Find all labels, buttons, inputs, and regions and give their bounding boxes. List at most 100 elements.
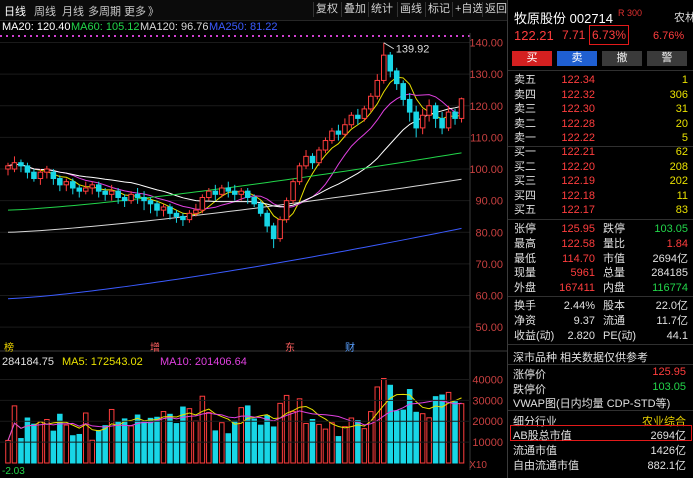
- price-tick: 120.00: [469, 101, 503, 113]
- ask-price: 122.34: [561, 74, 595, 86]
- top-dot: [54, 35, 56, 37]
- top-dot: [336, 35, 338, 37]
- volume-bar: [458, 403, 465, 464]
- candle-body: [5, 165, 11, 170]
- add-watchlist-button[interactable]: +自选: [452, 2, 485, 17]
- volume-bar: [173, 423, 180, 464]
- candle-body: [361, 108, 368, 119]
- bid-price: 122.20: [561, 160, 595, 173]
- tab-monthly[interactable]: 月线: [62, 3, 84, 19]
- volume-bar: [5, 439, 11, 464]
- draw-line-button[interactable]: 画线: [397, 2, 424, 17]
- back-button[interactable]: 返回: [482, 2, 509, 17]
- volume-bar: [361, 428, 368, 464]
- sector-name[interactable]: 农林牧渔: [674, 9, 693, 25]
- event-marker: 东: [285, 341, 295, 354]
- free-float-value: 882.1亿: [647, 460, 686, 472]
- top-dot: [42, 35, 44, 37]
- top-dot: [402, 35, 404, 37]
- top-dot: [210, 35, 212, 37]
- volume-legend-ma5: MA5: 172543.02: [62, 356, 143, 368]
- stat-value: 125.95: [561, 223, 595, 235]
- stat-label: PE(动): [603, 330, 636, 342]
- candle-body: [329, 130, 335, 142]
- stat-label: 现量: [514, 267, 536, 280]
- candle-body: [44, 168, 50, 173]
- top-dot: [150, 35, 152, 37]
- stat-label: 张停: [514, 223, 536, 235]
- candle-body: [95, 184, 102, 192]
- volume-bar: [277, 402, 283, 464]
- price-change: 7.71: [562, 28, 586, 42]
- candle-body: [303, 155, 309, 167]
- candle-body: [400, 83, 406, 100]
- candle-body: [108, 190, 115, 195]
- top-dot: [312, 35, 314, 37]
- candle-body: [167, 206, 173, 214]
- top-dot: [438, 35, 440, 37]
- overlay-button[interactable]: 叠加: [341, 2, 368, 17]
- kline-chart[interactable]: 139.92 140.00 130.00 120.00 110.00 100.00 90.…: [0, 33, 507, 478]
- candle-body: [82, 187, 89, 192]
- bid-volume: 208: [669, 160, 688, 173]
- buy-button[interactable]: 买: [512, 51, 552, 66]
- adjust-button[interactable]: 复权: [313, 2, 340, 17]
- ma60-legend: MA60: 105.12: [71, 21, 140, 33]
- volume-bar: [244, 405, 251, 464]
- top-dot: [252, 35, 254, 37]
- stat-value: 116774: [652, 282, 688, 295]
- cancel-order-button[interactable]: 撤: [602, 51, 642, 66]
- top-dot: [276, 35, 278, 37]
- top-dot: [408, 35, 410, 37]
- sell-button[interactable]: 卖: [557, 51, 597, 66]
- bid-volume: 62: [675, 146, 688, 158]
- bid-price: 122.18: [561, 189, 595, 202]
- bottom-left-value: -2.03: [2, 466, 25, 477]
- top-dot: [462, 35, 464, 37]
- chevron-right-icon[interactable]: 》: [148, 3, 159, 19]
- candle-body: [439, 117, 445, 129]
- top-dot: [30, 35, 32, 37]
- candle-body: [186, 212, 193, 221]
- ask-row: 卖五 122.34 1: [508, 72, 693, 88]
- candle-body: [219, 187, 225, 195]
- price-tick: 110.00: [470, 132, 503, 144]
- top-dot: [372, 35, 374, 37]
- free-float-label: 自由流通市值: [513, 460, 579, 472]
- ma250-legend: MA250: 81.22: [209, 21, 278, 33]
- candle-body: [206, 190, 212, 198]
- stat-row: 最低 114.70 市值 2694亿: [508, 251, 693, 267]
- event-marker: 榜: [4, 341, 14, 354]
- candle-body: [37, 171, 44, 180]
- candle-body: [342, 124, 348, 135]
- stats-button[interactable]: 统计: [368, 2, 395, 17]
- vwap-link[interactable]: VWAP图(日内均量 CDP-STD等): [513, 395, 670, 411]
- top-dot: [192, 35, 194, 37]
- ask-label: 卖四: [514, 88, 536, 101]
- price-tick: 140.00: [469, 37, 503, 49]
- top-dot: [240, 35, 242, 37]
- top-dot: [102, 35, 104, 37]
- top-dot: [300, 35, 302, 37]
- mark-button[interactable]: 标记: [425, 2, 452, 17]
- alert-button[interactable]: 警: [647, 51, 687, 66]
- current-price: 122.21: [514, 28, 554, 43]
- top-dot: [258, 35, 260, 37]
- volume-bar: [413, 411, 419, 464]
- quote-panel: 牧原股份 002714 R 300 农林牧渔 122.21 7.71 6.73%…: [507, 0, 693, 478]
- tab-weekly[interactable]: 周线: [34, 3, 56, 19]
- tab-more[interactable]: 更多: [124, 3, 146, 19]
- tab-daily[interactable]: 日线: [4, 3, 26, 19]
- ask-label: 卖三: [514, 103, 536, 116]
- bid-label: 买三: [514, 175, 536, 188]
- candle-body: [387, 54, 394, 72]
- volume-bar: [257, 424, 264, 464]
- top-dot: [12, 35, 14, 37]
- top-dot: [6, 35, 8, 37]
- volume-bar: [206, 412, 212, 464]
- price-tick: 50.00: [475, 322, 503, 334]
- volume-legend-vol: 284184.75: [2, 356, 54, 368]
- tab-multi-period[interactable]: 多周期: [88, 3, 121, 19]
- stat-row: 最高 122.58 量比 1.84: [508, 236, 693, 252]
- event-marker: 财: [345, 341, 355, 354]
